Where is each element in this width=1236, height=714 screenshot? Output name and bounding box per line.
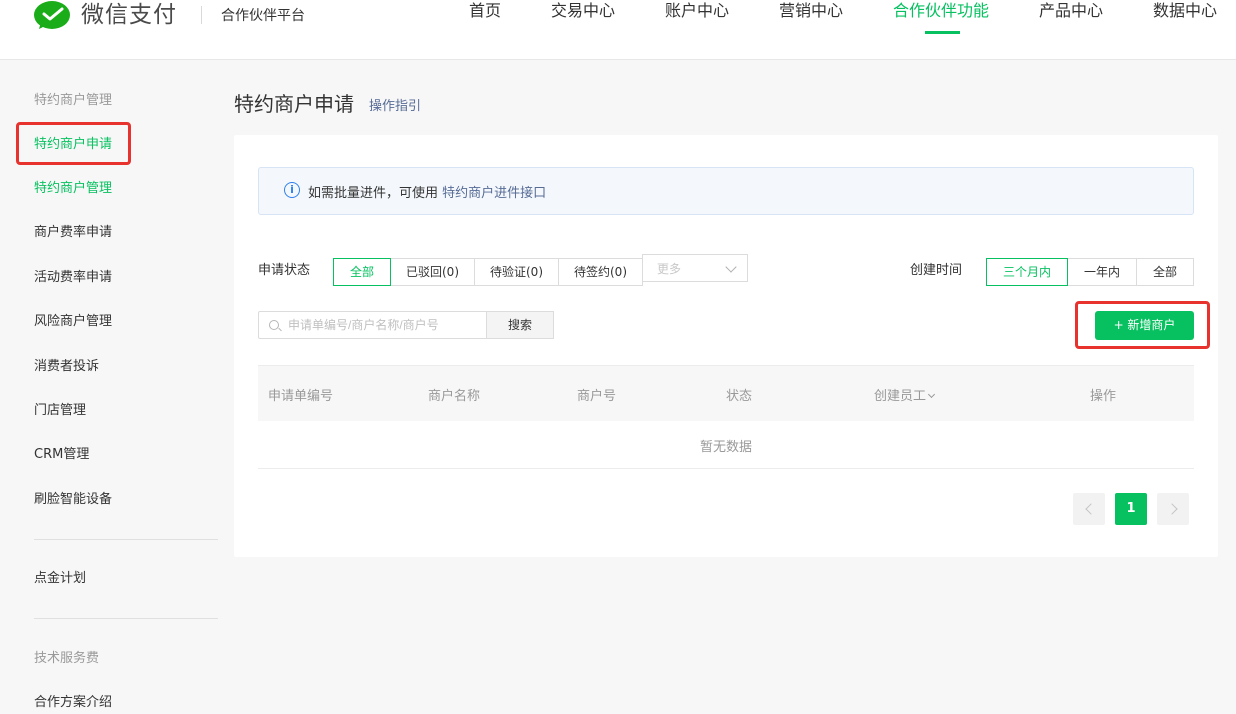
table-header: 申请单编号 商户名称 商户号 状态 创建员工 操作 [258, 365, 1194, 421]
time-tab-all[interactable]: 全部 [1136, 258, 1194, 286]
column-actions: 操作 [1090, 389, 1117, 404]
nav-partner-functions[interactable]: 合作伙伴功能 [893, 0, 989, 22]
nav-trade-center[interactable]: 交易中心 [551, 0, 615, 22]
logo-text: 微信支付 [81, 2, 177, 28]
column-merchant-name: 商户名称 [428, 389, 481, 404]
status-filter-label: 申请状态 [258, 263, 311, 278]
sidebar-item-activity-rate[interactable]: 活动费率申请 [34, 269, 112, 287]
table-empty-row: 暂无数据 [258, 421, 1194, 469]
nav-marketing-center[interactable]: 营销中心 [779, 0, 843, 22]
sidebar: 特约商户管理 特约商户申请 特约商户管理 商户费率申请 活动费率申请 风险商户管… [0, 61, 220, 714]
highlight-box-add-button [1075, 301, 1210, 349]
guide-link[interactable]: 操作指引 [369, 95, 421, 114]
nav-product-center[interactable]: 产品中心 [1039, 0, 1103, 22]
sidebar-item-consumer-complaint[interactable]: 消费者投诉 [34, 358, 99, 376]
time-tab-one-year[interactable]: 一年内 [1067, 258, 1137, 286]
header-divider [201, 6, 202, 24]
sidebar-group-merchant-management: 特约商户管理 [34, 93, 113, 108]
status-tab-pending-sign[interactable]: 待签约(0) [558, 258, 643, 286]
chevron-down-icon [725, 261, 737, 273]
nav-data-center[interactable]: 数据中心 [1153, 0, 1217, 22]
nav-account-center[interactable]: 账户中心 [665, 0, 729, 22]
wechat-pay-logo[interactable]: 微信支付 [33, 0, 177, 30]
time-filter-label: 创建时间 [910, 263, 963, 278]
more-select-placeholder: 更多 [657, 262, 682, 276]
notice-banner: i 如需批量进件，可使用 特约商户进件接口 [258, 167, 1194, 215]
pagination-next-button[interactable] [1157, 493, 1189, 525]
platform-name: 合作伙伴平台 [221, 8, 305, 24]
column-application-id: 申请单编号 [268, 389, 334, 404]
status-tab-rejected[interactable]: 已驳回(0) [390, 258, 475, 286]
status-tab-all[interactable]: 全部 [333, 258, 391, 286]
pagination-prev-button[interactable] [1073, 493, 1105, 525]
sidebar-divider [34, 539, 218, 540]
top-header: 微信支付 合作伙伴平台 首页 交易中心 账户中心 营销中心 合作伙伴功能 产品中… [0, 0, 1236, 60]
notice-text: 如需批量进件，可使用 特约商户进件接口 [308, 182, 546, 201]
sidebar-item-merchant-management[interactable]: 特约商户管理 [34, 180, 112, 198]
nav-home[interactable]: 首页 [469, 0, 501, 22]
sidebar-item-store-management[interactable]: 门店管理 [34, 402, 86, 420]
column-creator-label: 创建员工 [874, 389, 927, 404]
page-title: 特约商户申请 [234, 92, 354, 116]
column-creator[interactable]: 创建员工 [874, 385, 936, 404]
sidebar-item-risk-merchant[interactable]: 风险商户管理 [34, 313, 112, 331]
nav-active-underline [925, 31, 960, 34]
time-tab-three-months[interactable]: 三个月内 [986, 258, 1068, 286]
info-icon: i [284, 182, 300, 198]
sidebar-item-cooperation-plan[interactable]: 合作方案介绍 [34, 694, 112, 712]
search-input[interactable] [288, 316, 478, 334]
column-status: 状态 [726, 389, 753, 404]
sidebar-item-rate-application[interactable]: 商户费率申请 [34, 224, 112, 242]
sidebar-group-tech-fee: 技术服务费 [34, 651, 100, 666]
merchant-api-link[interactable]: 特约商户进件接口 [442, 186, 546, 201]
wechat-pay-logo-icon [34, 1, 70, 29]
sidebar-item-gold-plan[interactable]: 点金计划 [34, 570, 86, 588]
pagination-current-page[interactable]: 1 [1115, 493, 1147, 525]
column-merchant-id: 商户号 [577, 389, 617, 404]
search-icon [269, 320, 279, 330]
empty-state-text: 暂无数据 [699, 440, 752, 455]
sidebar-item-face-device[interactable]: 刷脸智能设备 [34, 491, 112, 509]
chevron-down-icon [927, 390, 936, 399]
notice-message: 如需批量进件，可使用 [308, 186, 443, 201]
more-status-select[interactable]: 更多 [642, 254, 748, 282]
highlight-box-sidebar [16, 122, 131, 165]
status-tab-pending-verify[interactable]: 待验证(0) [474, 258, 559, 286]
search-button[interactable]: 搜索 [486, 311, 554, 339]
sidebar-item-crm[interactable]: CRM管理 [34, 446, 89, 464]
search-box [258, 311, 487, 339]
sidebar-divider [34, 618, 218, 619]
